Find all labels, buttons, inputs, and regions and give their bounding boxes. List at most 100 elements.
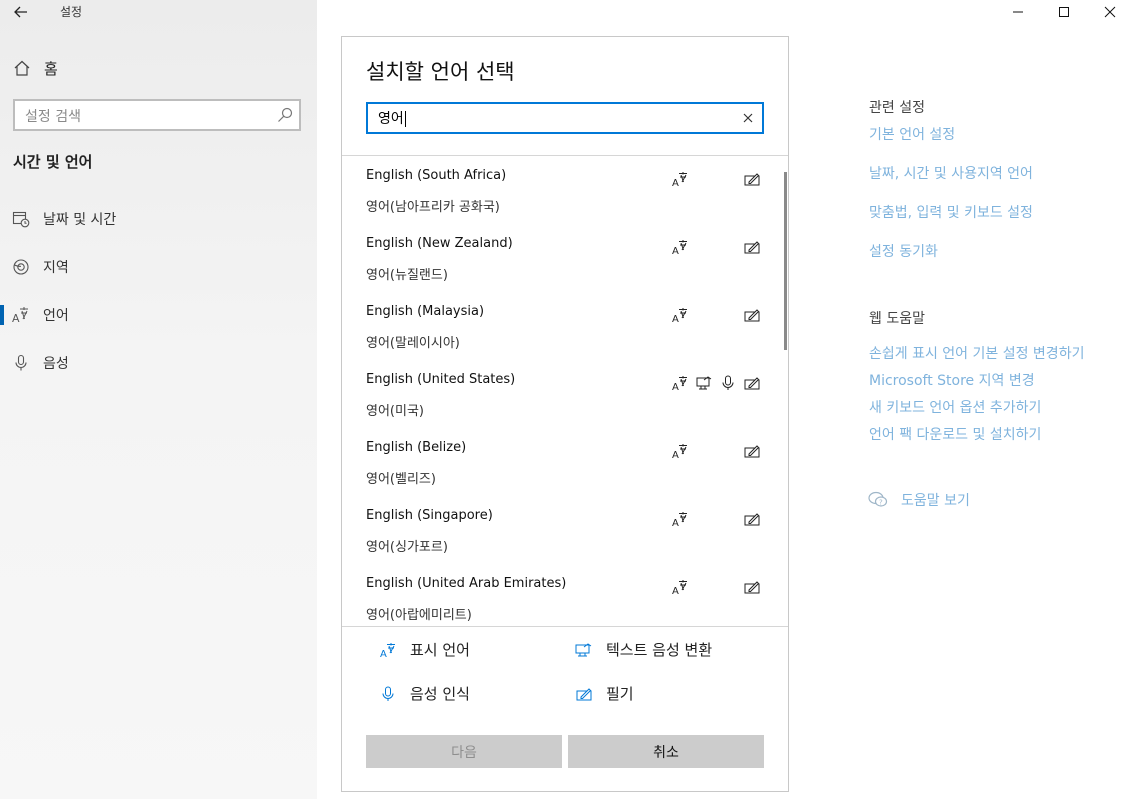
- nav-home-label: 홈: [44, 59, 58, 78]
- display-language-icon: A: [671, 578, 689, 596]
- language-name: English (New Zealand): [366, 236, 513, 251]
- svg-text:A: A: [672, 450, 679, 459]
- handwriting-icon: [743, 442, 761, 460]
- svg-text:?: ?: [879, 499, 883, 507]
- language-name: English (United States): [366, 372, 516, 387]
- display-language-icon: A: [671, 510, 689, 528]
- display-language-icon: A: [671, 442, 689, 460]
- text-caret: [404, 111, 406, 127]
- language-row[interactable]: English (South Africa) 영어(남아프리카 공화국) A: [342, 156, 788, 224]
- app-title: 설정: [60, 5, 83, 19]
- language-search-value: 영어: [378, 108, 406, 128]
- display-language-icon: A: [671, 238, 689, 256]
- close-icon: [1104, 6, 1116, 18]
- handwriting-icon: [743, 374, 761, 392]
- handwriting-icon: [743, 238, 761, 256]
- language-name: English (Belize): [366, 440, 467, 455]
- related-settings-heading: 관련 설정: [869, 100, 925, 116]
- minimize-button[interactable]: [995, 0, 1041, 24]
- display-language-icon: A: [671, 306, 689, 324]
- language-icon: A: [11, 306, 31, 324]
- related-link-default-language[interactable]: 기본 언어 설정: [869, 124, 955, 144]
- language-row[interactable]: English (Belize) 영어(벨리즈) A: [342, 428, 788, 496]
- sidebar-item-label: 음성: [43, 356, 69, 372]
- maximize-icon: [1059, 7, 1069, 17]
- handwriting-icon: [743, 578, 761, 596]
- language-row[interactable]: English (Malaysia) 영어(말레이시아) A: [342, 292, 788, 360]
- language-row[interactable]: English (Singapore) 영어(싱가포르) A: [342, 496, 788, 564]
- dialog-title: 설치할 언어 선택: [366, 60, 515, 84]
- title-bar: 설정: [0, 0, 317, 24]
- microphone-icon: [11, 354, 31, 372]
- maximize-button[interactable]: [1041, 0, 1087, 24]
- legend-label: 필기: [606, 685, 634, 703]
- language-native-name: 영어(남아프리카 공화국): [366, 200, 500, 215]
- minimize-icon: [1013, 11, 1023, 13]
- sidebar-item-date-time[interactable]: 날짜 및 시간: [0, 201, 317, 237]
- language-name: English (United Arab Emirates): [366, 576, 567, 591]
- related-link-date-time-region[interactable]: 날짜, 시간 및 사용지역 언어: [869, 163, 1033, 183]
- svg-text:A: A: [672, 518, 679, 527]
- help-link-display-language[interactable]: 손쉽게 표시 언어 기본 설정 변경하기: [869, 343, 1084, 363]
- help-link-keyboard-options[interactable]: 새 키보드 언어 옵션 추가하기: [869, 397, 1041, 417]
- language-native-name: 영어(미국): [366, 404, 424, 419]
- handwriting-icon: [574, 686, 594, 702]
- svg-text:A: A: [672, 246, 679, 255]
- language-list[interactable]: English (South Africa) 영어(남아프리카 공화국) A E…: [342, 156, 788, 626]
- sidebar-item-label: 언어: [43, 308, 69, 324]
- language-native-name: 영어(뉴질랜드): [366, 268, 448, 283]
- language-native-name: 영어(싱가포르): [366, 540, 448, 555]
- settings-search-input[interactable]: 설정 검색: [13, 99, 301, 131]
- settings-search-placeholder: 설정 검색: [25, 109, 81, 125]
- web-help-heading: 웹 도움말: [869, 311, 925, 327]
- legend-speech-recognition: 음성 인식: [378, 683, 470, 704]
- speech-recognition-icon: [378, 686, 398, 702]
- clear-icon: [743, 113, 753, 123]
- svg-text:A: A: [672, 382, 679, 391]
- language-search-text: 영어: [378, 111, 404, 127]
- language-name: English (Malaysia): [366, 304, 485, 319]
- legend-text-to-speech: 텍스트 음성 변환: [574, 639, 712, 660]
- language-native-name: 영어(벨리즈): [366, 472, 436, 487]
- language-row[interactable]: English (New Zealand) 영어(뉴질랜드) A: [342, 224, 788, 292]
- display-language-icon: A: [671, 374, 689, 392]
- sidebar-item-region[interactable]: 지역: [0, 249, 317, 285]
- help-chat-icon: ?: [868, 491, 888, 507]
- handwriting-icon: [743, 170, 761, 188]
- sidebar-item-speech[interactable]: 음성: [0, 345, 317, 381]
- next-button[interactable]: 다음: [366, 735, 562, 768]
- language-native-name: 영어(아랍에미리트): [366, 608, 472, 623]
- sidebar-item-label: 지역: [43, 260, 69, 276]
- legend-display-language: A 표시 언어: [378, 639, 470, 660]
- view-help-link[interactable]: ? 도움말 보기: [868, 490, 970, 510]
- close-button[interactable]: [1087, 0, 1127, 24]
- home-icon: [12, 60, 32, 76]
- language-search-input[interactable]: 영어: [366, 102, 764, 134]
- language-row[interactable]: English (United Arab Emirates) 영어(아랍에미리트…: [342, 564, 788, 626]
- search-icon: [277, 107, 293, 127]
- text-to-speech-icon: [695, 374, 713, 392]
- help-link-store-region[interactable]: Microsoft Store 지역 변경: [869, 370, 1035, 390]
- clear-search-button[interactable]: [740, 110, 756, 126]
- legend-handwriting: 필기: [574, 683, 634, 704]
- svg-text:A: A: [672, 586, 679, 595]
- sidebar-item-language[interactable]: A 언어: [0, 297, 317, 333]
- legend-label: 텍스트 음성 변환: [606, 641, 713, 659]
- legend-divider: [342, 626, 788, 627]
- display-language-icon: A: [671, 170, 689, 188]
- related-link-sync[interactable]: 설정 동기화: [869, 241, 938, 261]
- language-row[interactable]: English (United States) 영어(미국) A: [342, 360, 788, 428]
- legend-label: 표시 언어: [410, 641, 470, 659]
- section-title: 시간 및 언어: [13, 153, 93, 171]
- svg-text:A: A: [672, 314, 679, 323]
- list-scrollbar[interactable]: [784, 172, 787, 350]
- related-link-spelling-typing[interactable]: 맞춤법, 입력 및 키보드 설정: [869, 202, 1033, 222]
- nav-home[interactable]: 홈: [12, 56, 58, 80]
- calendar-clock-icon: [11, 210, 31, 228]
- language-native-name: 영어(말레이시아): [366, 336, 460, 351]
- back-button[interactable]: [8, 2, 34, 22]
- language-name: English (Singapore): [366, 508, 493, 523]
- cancel-button[interactable]: 취소: [568, 735, 764, 768]
- help-link-language-pack[interactable]: 언어 팩 다운로드 및 설치하기: [869, 424, 1041, 444]
- svg-text:A: A: [12, 312, 20, 324]
